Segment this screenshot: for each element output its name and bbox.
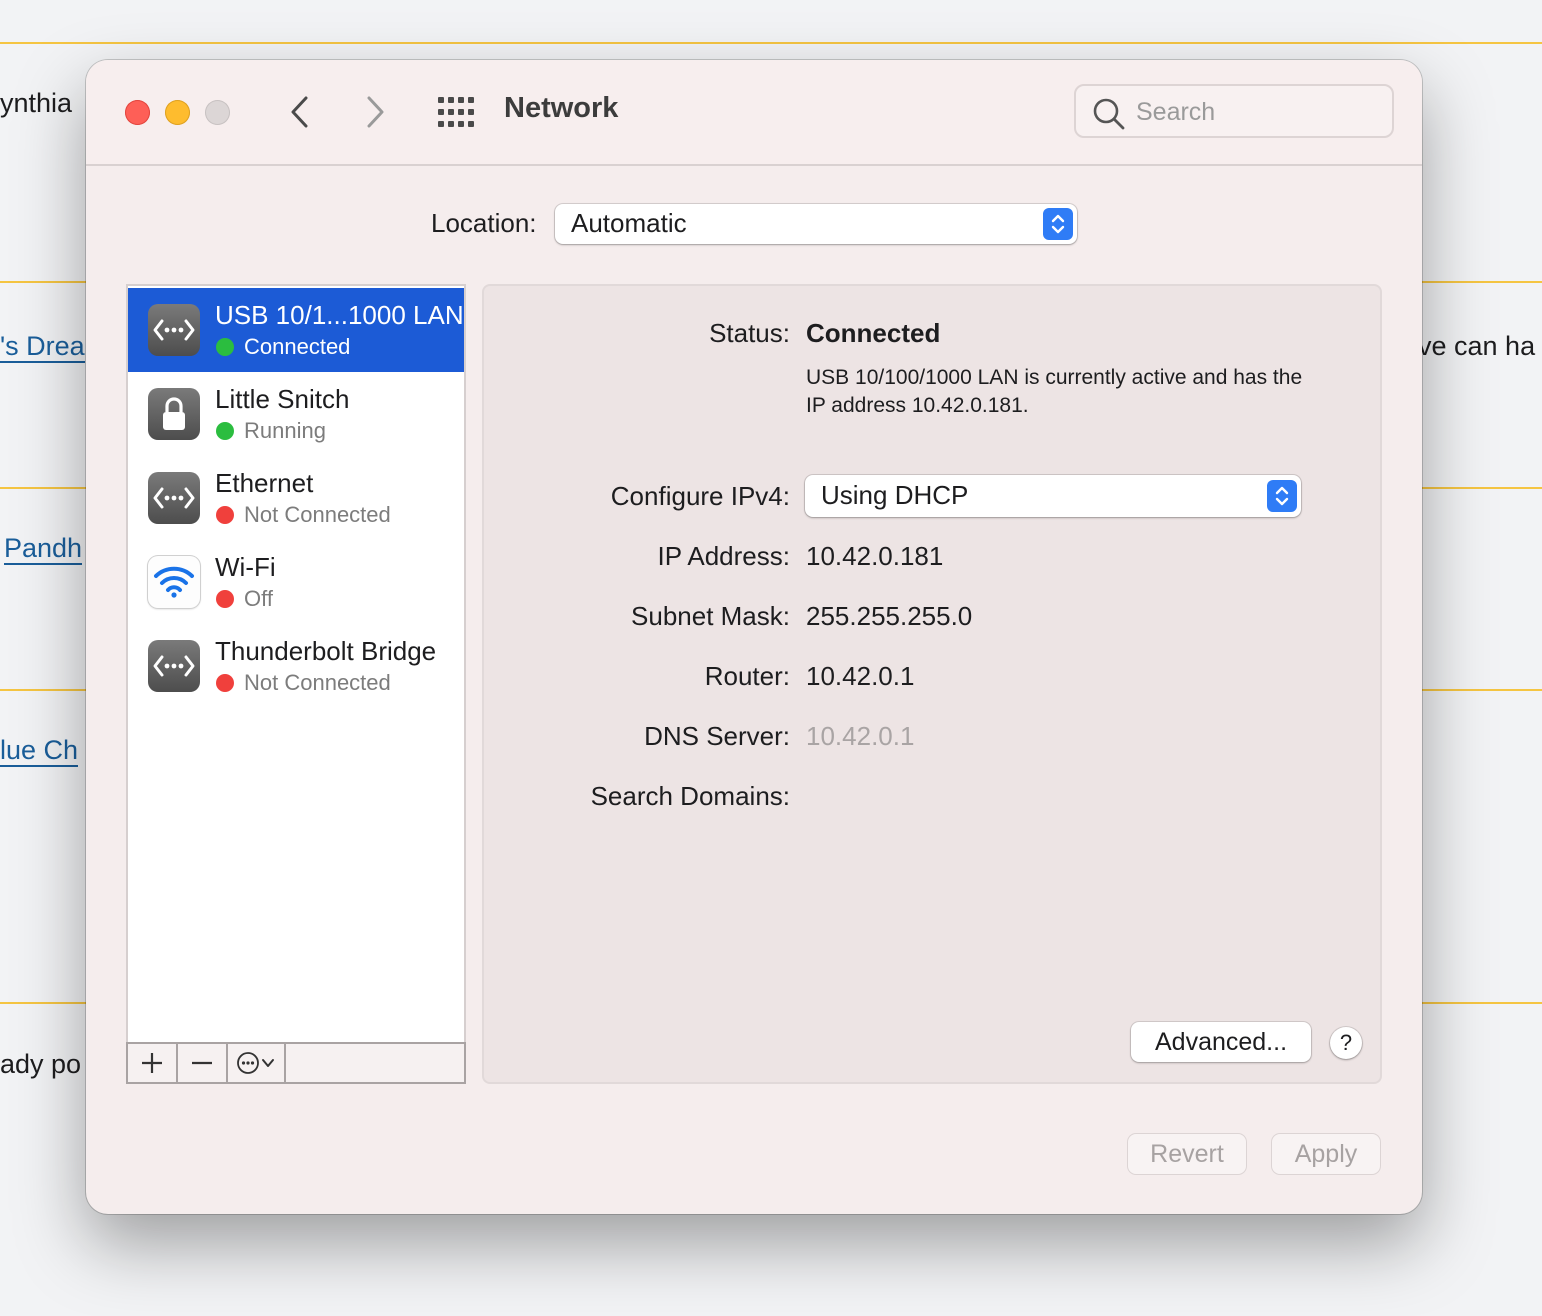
apply-button[interactable]: Apply [1272, 1134, 1380, 1174]
status-dot [216, 422, 234, 440]
wifi-icon [148, 556, 200, 608]
service-list: USB 10/1...1000 LAN Connected Little Sni… [126, 284, 466, 1084]
search-icon [1093, 98, 1125, 130]
status-description: USB 10/100/1000 LAN is currently active … [806, 366, 1303, 417]
bg-text: ady po [0, 1049, 82, 1079]
ellipsis-circle-icon [237, 1052, 259, 1074]
search-domains-label: Search Domains: [590, 781, 790, 811]
service-status: Off [244, 586, 273, 611]
service-name: Thunderbolt Bridge [215, 636, 437, 666]
service-name: Ethernet [215, 468, 314, 498]
popup-arrows-icon [1043, 208, 1073, 240]
ethernet-icon [148, 304, 200, 356]
service-detail-panel: Status: Connected USB 10/100/1000 LAN is… [482, 284, 1382, 1084]
window-title: Network [504, 92, 619, 124]
status-dot [216, 674, 234, 692]
minimize-button[interactable] [165, 100, 190, 125]
ip-address-value: 10.42.0.181 [806, 541, 944, 571]
location-value: Automatic [571, 208, 687, 238]
status-label: Status: [709, 318, 790, 348]
status-dot [216, 338, 234, 356]
zoom-button[interactable] [205, 100, 230, 125]
search-field[interactable] [1074, 84, 1394, 138]
location-label: Location: [431, 208, 537, 238]
bg-link[interactable]: 's Drea [0, 331, 85, 363]
configure-ipv4-value: Using DHCP [821, 480, 969, 510]
close-button[interactable] [125, 100, 150, 125]
status-value: Connected [806, 318, 941, 348]
service-item-wifi[interactable]: Wi-Fi Off [128, 540, 464, 624]
remove-service-button[interactable] [178, 1044, 228, 1082]
dns-server-label: DNS Server: [644, 721, 790, 751]
service-name: Little Snitch [215, 384, 350, 414]
action-menu-button[interactable] [228, 1044, 286, 1082]
forward-button[interactable] [354, 92, 394, 132]
chevron-right-icon [367, 96, 384, 128]
revert-button[interactable]: Revert [1128, 1134, 1246, 1174]
service-status: Running [244, 418, 326, 443]
status-dot [216, 506, 234, 524]
add-service-button[interactable] [128, 1044, 178, 1082]
service-item-little-snitch[interactable]: Little Snitch Running [128, 372, 464, 456]
divider [0, 42, 1542, 44]
location-popup[interactable]: Automatic [555, 204, 1077, 244]
service-name: Wi-Fi [215, 552, 276, 582]
status-dot [216, 590, 234, 608]
show-all-button[interactable] [437, 96, 475, 128]
ethernet-icon [148, 640, 200, 692]
grid-icon [438, 97, 474, 127]
router-value: 10.42.0.1 [806, 661, 915, 691]
ip-address-label: IP Address: [657, 541, 791, 571]
bg-link[interactable]: lue Ch [0, 735, 79, 767]
search-input[interactable] [1134, 94, 1378, 130]
minus-icon [192, 1061, 212, 1065]
configure-ipv4-label: Configure IPv4: [610, 481, 790, 511]
router-label: Router: [704, 661, 790, 691]
service-status: Not Connected [244, 670, 391, 695]
service-name: USB 10/1...1000 LAN [215, 300, 464, 330]
chevron-left-icon [291, 96, 308, 128]
dns-server-value: 10.42.0.1 [806, 721, 915, 751]
service-status: Not Connected [244, 502, 391, 527]
service-item-usb-lan[interactable]: USB 10/1...1000 LAN Connected [128, 288, 464, 372]
service-list-toolbar [126, 1042, 466, 1084]
lock-icon [148, 388, 200, 440]
plus-icon [142, 1053, 162, 1073]
service-item-ethernet[interactable]: Ethernet Not Connected [128, 456, 464, 540]
bg-text: ve can ha [1418, 331, 1536, 361]
bg-text: ynthia [0, 88, 73, 118]
ethernet-icon [148, 472, 200, 524]
network-preferences-window: Network Location: Automatic USB 10/1...1… [86, 60, 1422, 1214]
back-button[interactable] [281, 92, 321, 132]
title-bar: Network [86, 60, 1422, 166]
subnet-mask-value: 255.255.255.0 [806, 601, 973, 631]
help-button[interactable]: ? [1330, 1027, 1362, 1059]
configure-ipv4-popup[interactable]: Using DHCP [805, 475, 1301, 517]
service-status: Connected [244, 334, 351, 359]
bg-link[interactable]: Pandh [4, 533, 83, 565]
advanced-button[interactable]: Advanced... [1131, 1022, 1311, 1062]
chevron-down-icon [262, 1059, 274, 1067]
popup-arrows-icon [1267, 480, 1297, 512]
service-item-thunderbolt-bridge[interactable]: Thunderbolt Bridge Not Connected [128, 624, 464, 708]
subnet-mask-label: Subnet Mask: [631, 601, 790, 631]
